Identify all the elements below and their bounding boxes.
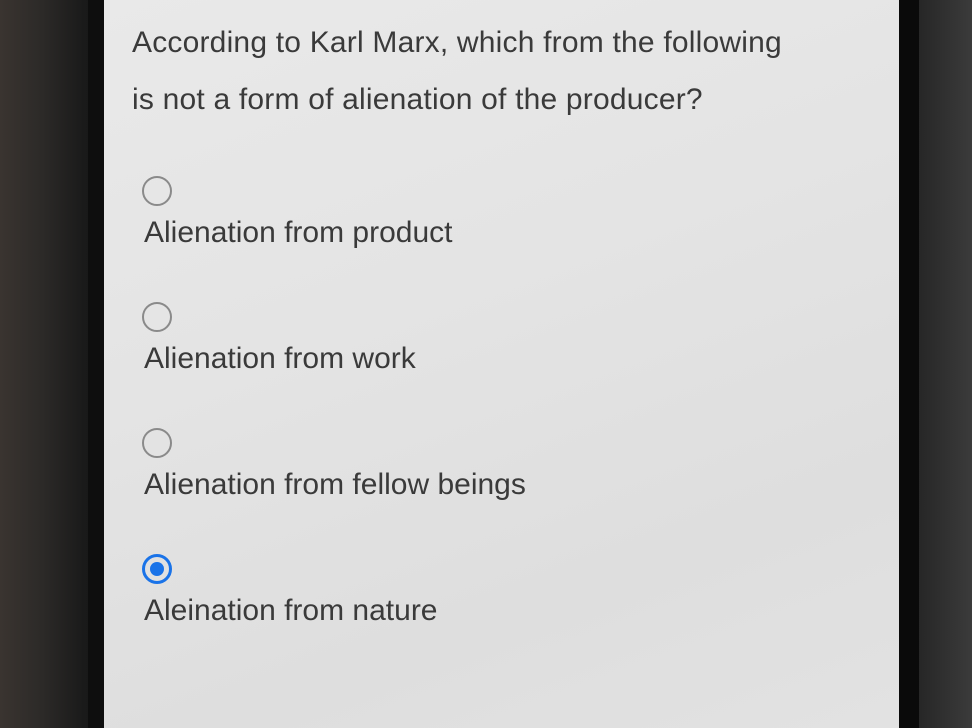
- question-text: According to Karl Marx, which from the f…: [132, 14, 872, 128]
- option-label[interactable]: Alienation from product: [144, 216, 453, 250]
- radio-button-option-4-selected[interactable]: [142, 554, 172, 584]
- radio-button-option-3[interactable]: [142, 428, 172, 458]
- radio-button-option-1[interactable]: [142, 176, 172, 206]
- quiz-screen: According to Karl Marx, which from the f…: [104, 0, 899, 728]
- radio-button-option-2[interactable]: [142, 302, 172, 332]
- option-label[interactable]: Alienation from fellow beings: [144, 468, 526, 502]
- question-line-2: is not a form of alienation of the produ…: [132, 83, 703, 116]
- question-line-1: According to Karl Marx, which from the f…: [132, 26, 782, 59]
- phone-bezel-right: [897, 0, 919, 728]
- option-label[interactable]: Aleination from nature: [144, 594, 438, 628]
- option-label[interactable]: Alienation from work: [144, 342, 416, 376]
